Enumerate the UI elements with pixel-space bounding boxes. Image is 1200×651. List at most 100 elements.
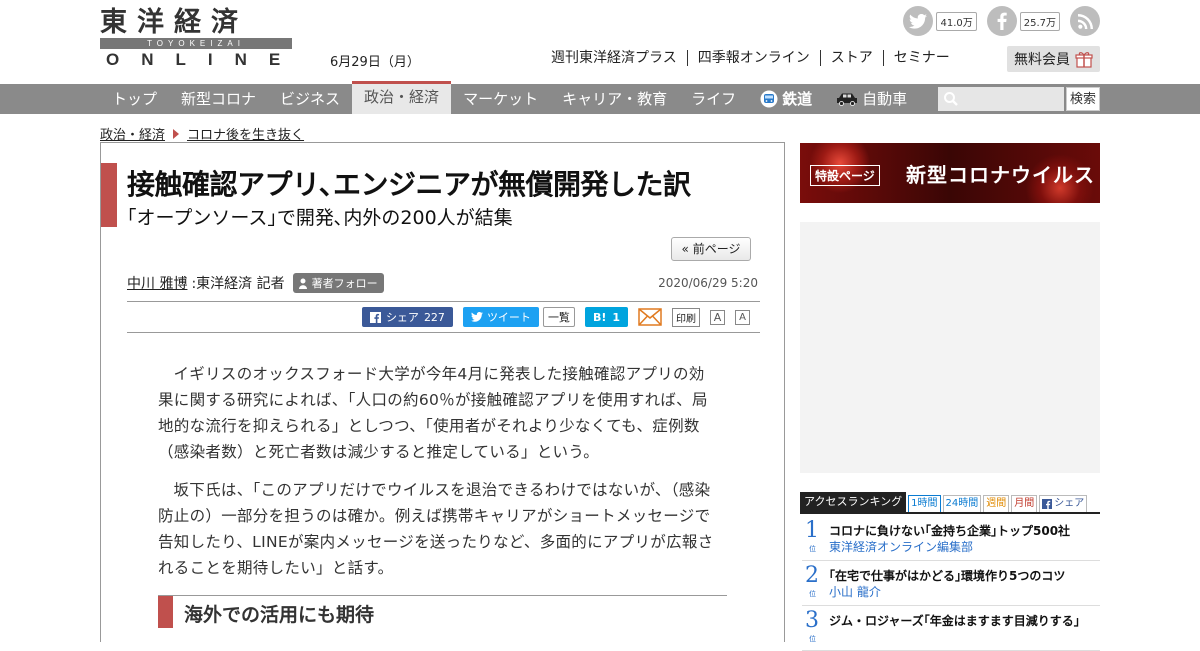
section-heading: 海外での活用にも期待 bbox=[158, 595, 727, 628]
facebook-icon[interactable] bbox=[986, 6, 1017, 36]
rank-unit: 位 bbox=[809, 635, 816, 643]
twitter-count: 41.0万 bbox=[936, 11, 977, 31]
rank-source[interactable]: 小山 龍介 bbox=[829, 583, 881, 600]
ranking-tabs: アクセスランキング 1時間 24時間 週間 月間 シェア bbox=[800, 492, 1100, 514]
mail-icon[interactable] bbox=[638, 308, 662, 326]
facebook-count: 25.7万 bbox=[1019, 11, 1060, 31]
hatena-count: 1 bbox=[612, 310, 620, 324]
ranking-tab-share[interactable]: シェア bbox=[1039, 495, 1088, 512]
free-member-button[interactable]: 無料会員 bbox=[1007, 46, 1100, 72]
article-body: イギリスのオックスフォード大学が今年4月に発表した接触確認アプリの効果に関する研… bbox=[158, 361, 720, 593]
logo-kanji: 東洋経済 bbox=[100, 7, 248, 38]
article: 接触確認アプリ､エンジニアが無償開発した訳 ｢オープンソース｣で開発､内外の20… bbox=[100, 142, 785, 642]
social-counters: 41.0万 25.7万 bbox=[903, 6, 1100, 36]
paragraph-2: 坂下氏は、「このアプリだけでウイルスを退治できるわけではないが、（感染防止の）一… bbox=[158, 481, 714, 577]
tweet-label: ツイート bbox=[486, 311, 531, 324]
twitter-icon[interactable] bbox=[903, 6, 934, 36]
follow-label: 著者フォロー bbox=[311, 277, 378, 290]
nav-career-education[interactable]: キャリア・教育 bbox=[550, 84, 679, 114]
facebook-icon bbox=[369, 311, 381, 323]
logo-romaji: TOYOKEIZAI bbox=[100, 38, 292, 49]
font-small-button[interactable]: A bbox=[710, 309, 725, 325]
site-logo[interactable]: 東洋経済 TOYOKEIZAI ONLINE bbox=[100, 8, 292, 70]
link-weekly-toyokeizai-plus[interactable]: 週刊東洋経済プラス bbox=[551, 50, 688, 66]
article-title: 接触確認アプリ､エンジニアが無償開発した訳 bbox=[127, 168, 691, 201]
nav-railway-label: 鉄道 bbox=[782, 90, 813, 108]
ad-placeholder bbox=[800, 222, 1100, 473]
prev-page-button[interactable]: « 前ページ bbox=[671, 237, 751, 261]
facebook-share-label: シェア bbox=[385, 311, 419, 324]
ranking-item[interactable]: 1 位 コロナに負けない｢金持ち企業｣トップ500社 東洋経済オンライン編集部 bbox=[802, 516, 1100, 561]
rank-title[interactable]: コロナに負けない｢金持ち企業｣トップ500社 bbox=[829, 522, 1070, 539]
ranking-tab-24hours[interactable]: 24時間 bbox=[942, 495, 982, 512]
twitter-icon bbox=[470, 312, 483, 322]
ranking-tab-share-label: シェア bbox=[1054, 498, 1085, 509]
logo-online: ONLINE bbox=[106, 50, 303, 69]
print-button[interactable]: 印刷 bbox=[672, 307, 700, 327]
site-header: 東洋経済 TOYOKEIZAI ONLINE 6月29日（月） 41.0万 25… bbox=[0, 0, 1200, 84]
facebook-share-count: 227 bbox=[423, 310, 445, 324]
section-heading-text: 海外での活用にも期待 bbox=[184, 604, 375, 626]
section-accent-bar bbox=[158, 596, 173, 628]
twitter-follow[interactable]: 41.0万 bbox=[903, 6, 977, 36]
train-icon bbox=[760, 90, 778, 108]
rank-title[interactable]: ジム・ロジャーズ｢年金はますます目減りする｣ bbox=[829, 612, 1080, 629]
nav-business[interactable]: ビジネス bbox=[268, 84, 352, 114]
title-accent-bar bbox=[101, 163, 117, 227]
rank-number: 1 bbox=[805, 518, 819, 543]
rank-title[interactable]: ｢在宅で仕事がはかどる｣環境作り5つのコツ bbox=[829, 567, 1065, 584]
search-icon bbox=[944, 92, 958, 106]
nav-politics-economy[interactable]: 政治・経済 bbox=[352, 81, 452, 114]
article-subtitle: ｢オープンソース｣で開発､内外の200人が結集 bbox=[127, 207, 513, 229]
rank-number: 2 bbox=[805, 563, 819, 588]
facebook-follow[interactable]: 25.7万 bbox=[986, 6, 1060, 36]
author-link[interactable]: 中川 雅博 bbox=[127, 273, 187, 293]
nav-covid[interactable]: 新型コロナ bbox=[169, 84, 268, 114]
ranking-tab-monthly[interactable]: 月間 bbox=[1011, 495, 1038, 512]
nav-automobile-label: 自動車 bbox=[862, 90, 908, 108]
rank-unit: 位 bbox=[809, 590, 816, 598]
ranking-item[interactable]: 3 位 ジム・ロジャーズ｢年金はますます目減りする｣ bbox=[802, 606, 1100, 651]
rss-icon[interactable] bbox=[1070, 6, 1100, 36]
share-bar: シェア 227 ツイート 一覧 B! 1 印刷 A A bbox=[127, 301, 760, 333]
hatena-label: B! bbox=[592, 310, 607, 324]
facebook-share-button[interactable]: シェア 227 bbox=[361, 307, 453, 327]
publish-date: 2020/06/29 5:20 bbox=[658, 276, 758, 290]
link-shikiho-online[interactable]: 四季報オンライン bbox=[688, 50, 821, 66]
gift-icon bbox=[1075, 52, 1093, 68]
ranking-tab-1hour[interactable]: 1時間 bbox=[908, 495, 941, 512]
ranking-list: 1 位 コロナに負けない｢金持ち企業｣トップ500社 東洋経済オンライン編集部 … bbox=[800, 516, 1100, 651]
access-ranking: アクセスランキング 1時間 24時間 週間 月間 シェア 1 位 コロナに負けな… bbox=[800, 492, 1100, 651]
font-large-button[interactable]: A bbox=[735, 309, 750, 325]
nav-railway[interactable]: 鉄道 bbox=[748, 84, 824, 114]
header-links: 週刊東洋経済プラス 四季報オンライン ストア セミナー bbox=[551, 50, 960, 66]
current-date: 6月29日（月） bbox=[330, 55, 420, 70]
ranking-tab-weekly[interactable]: 週間 bbox=[983, 495, 1010, 512]
covid-special-banner[interactable]: 特設ページ 新型コロナウイルス bbox=[800, 143, 1100, 203]
paragraph-1: イギリスのオックスフォード大学が今年4月に発表した接触確認アプリの効果に関する研… bbox=[158, 365, 708, 461]
ranking-item[interactable]: 2 位 ｢在宅で仕事がはかどる｣環境作り5つのコツ 小山 龍介 bbox=[802, 561, 1100, 606]
breadcrumb-series[interactable]: コロナ後を生き抜く bbox=[187, 124, 304, 143]
rank-unit: 位 bbox=[809, 545, 816, 553]
car-icon bbox=[837, 93, 858, 106]
person-plus-icon bbox=[298, 278, 307, 289]
breadcrumb-arrow-icon bbox=[173, 128, 180, 139]
link-seminar[interactable]: セミナー bbox=[884, 50, 960, 66]
facebook-icon bbox=[1042, 499, 1053, 509]
tweet-list-link[interactable]: 一覧 bbox=[542, 307, 575, 327]
member-label: 無料会員 bbox=[1014, 52, 1070, 68]
nav-market[interactable]: マーケット bbox=[451, 84, 550, 114]
hatena-bookmark-button[interactable]: B! 1 bbox=[584, 307, 628, 327]
breadcrumb-politics-economy[interactable]: 政治・経済 bbox=[100, 124, 165, 143]
rank-source[interactable]: 東洋経済オンライン編集部 bbox=[829, 538, 973, 555]
nav-automobile[interactable]: 自動車 bbox=[824, 84, 919, 114]
nav-life[interactable]: ライフ bbox=[679, 84, 748, 114]
link-store[interactable]: ストア bbox=[821, 50, 884, 66]
author-affiliation: :東洋経済 記者 bbox=[191, 276, 285, 292]
follow-author-button[interactable]: 著者フォロー bbox=[292, 273, 384, 293]
nav-top[interactable]: トップ bbox=[100, 84, 169, 114]
search-button[interactable]: 検索 bbox=[1066, 87, 1100, 111]
ranking-title: アクセスランキング bbox=[800, 492, 907, 512]
search-input[interactable] bbox=[938, 87, 1064, 111]
tweet-button[interactable]: ツイート bbox=[462, 307, 539, 327]
